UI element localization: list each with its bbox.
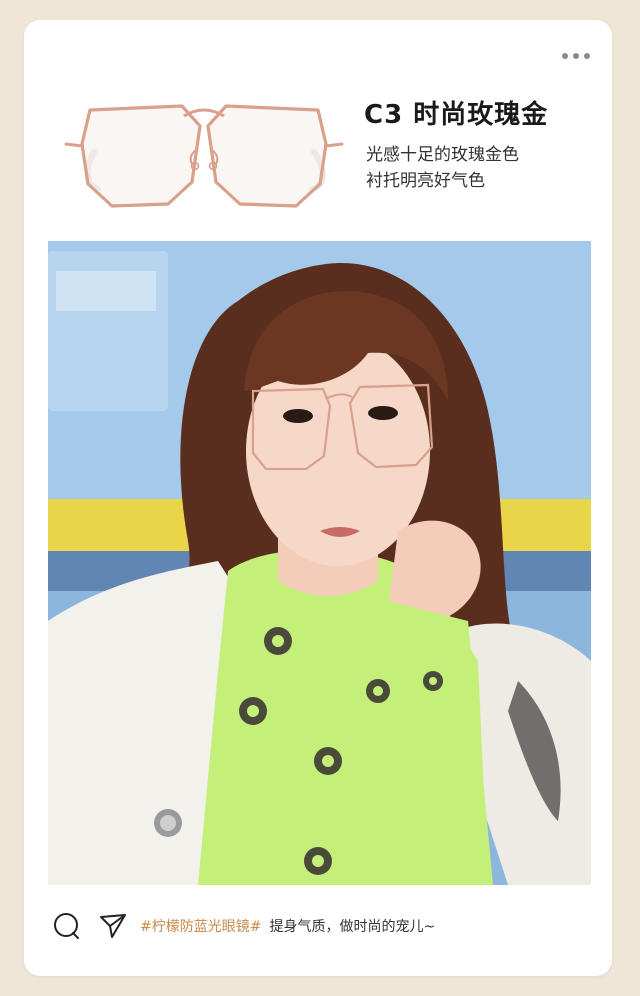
model-illustration [48, 241, 591, 885]
post-footer: #柠檬防蓝光眼镜# 提身气质，做时尚的宠儿~ [52, 912, 435, 940]
hashtag-link[interactable]: #柠檬防蓝光眼镜# [140, 916, 261, 936]
product-title: C3 时尚玫瑰金 [364, 100, 549, 130]
more-options-icon[interactable] [562, 53, 590, 59]
product-description-line-2: 衬托明亮好气色 [366, 171, 485, 191]
post-caption: 提身气质，做时尚的宠儿~ [269, 919, 436, 935]
comment-icon[interactable] [52, 911, 82, 941]
model-photo [48, 241, 591, 885]
product-description-line-1: 光感十足的玫瑰金色 [366, 145, 519, 165]
send-icon[interactable] [98, 911, 128, 941]
post-card: C3 时尚玫瑰金 光感十足的玫瑰金色 衬托明亮好气色 #柠檬防蓝光眼镜# 提身气… [24, 20, 612, 976]
glasses-product-image [64, 104, 344, 208]
